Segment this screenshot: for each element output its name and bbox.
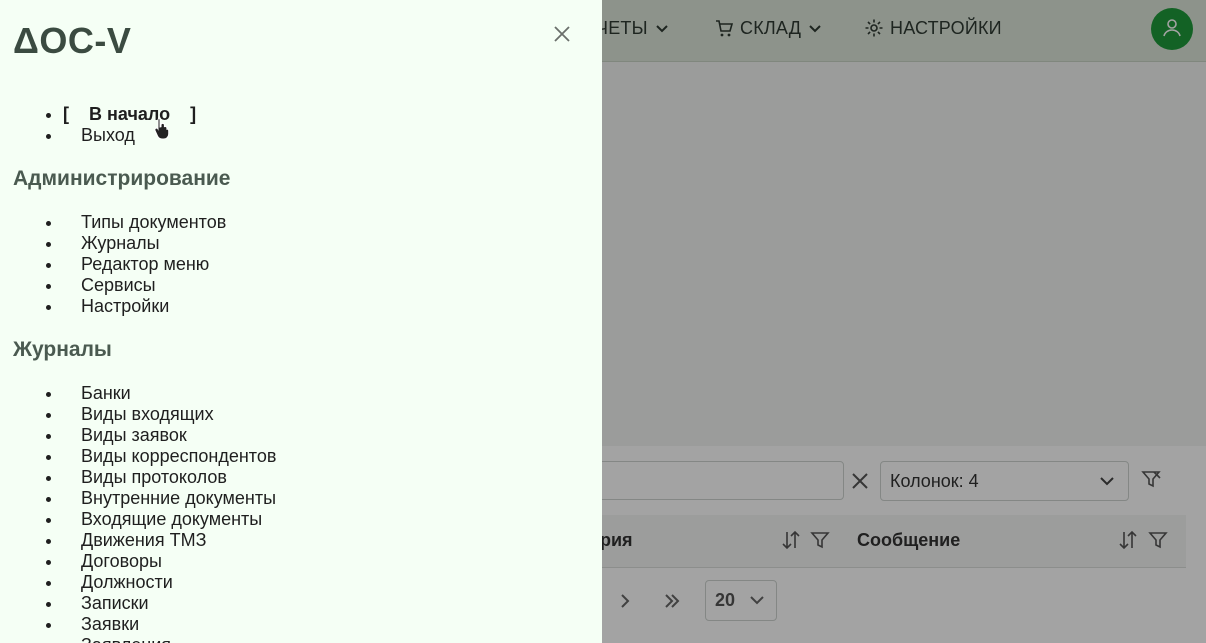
bracket-close: ] — [190, 104, 197, 124]
app-logo: ΔOC-V — [13, 20, 132, 61]
section-title-admin: Администрирование — [13, 167, 231, 190]
journal-link[interactable]: Договоры — [81, 551, 162, 572]
admin-link[interactable]: Журналы — [81, 233, 160, 254]
bracket-open: [ — [63, 104, 69, 124]
journal-link[interactable]: Заявления — [81, 635, 171, 643]
sidebar-drawer: ΔOC-V [ В начало ] Выход Администрирован… — [0, 0, 602, 643]
journal-link[interactable]: Должности — [81, 572, 173, 593]
journal-link[interactable]: Движения ТМЗ — [81, 530, 206, 551]
close-drawer-button[interactable] — [552, 24, 572, 44]
section-title-journals: Журналы — [13, 338, 112, 361]
journal-link[interactable]: Входящие документы — [81, 509, 262, 530]
logout-link[interactable]: Выход — [81, 125, 135, 146]
journal-link[interactable]: Заявки — [81, 614, 139, 635]
journal-link[interactable]: Банки — [81, 383, 131, 404]
hand-pointer-cursor-icon — [152, 116, 174, 140]
journal-link[interactable]: Внутренние документы — [81, 488, 276, 509]
journal-link[interactable]: Записки — [81, 593, 149, 614]
admin-link[interactable]: Редактор меню — [81, 254, 209, 275]
admin-link[interactable]: Типы документов — [81, 212, 226, 233]
admin-link[interactable]: Сервисы — [81, 275, 156, 296]
journal-link[interactable]: Виды корреспондентов — [81, 446, 276, 467]
admin-link[interactable]: Настройки — [81, 296, 169, 317]
home-link[interactable]: [ В начало ] — [63, 104, 196, 125]
journal-link[interactable]: Виды входящих — [81, 404, 214, 425]
journal-link[interactable]: Виды протоколов — [81, 467, 227, 488]
journal-link[interactable]: Виды заявок — [81, 425, 187, 446]
close-icon — [552, 26, 572, 48]
